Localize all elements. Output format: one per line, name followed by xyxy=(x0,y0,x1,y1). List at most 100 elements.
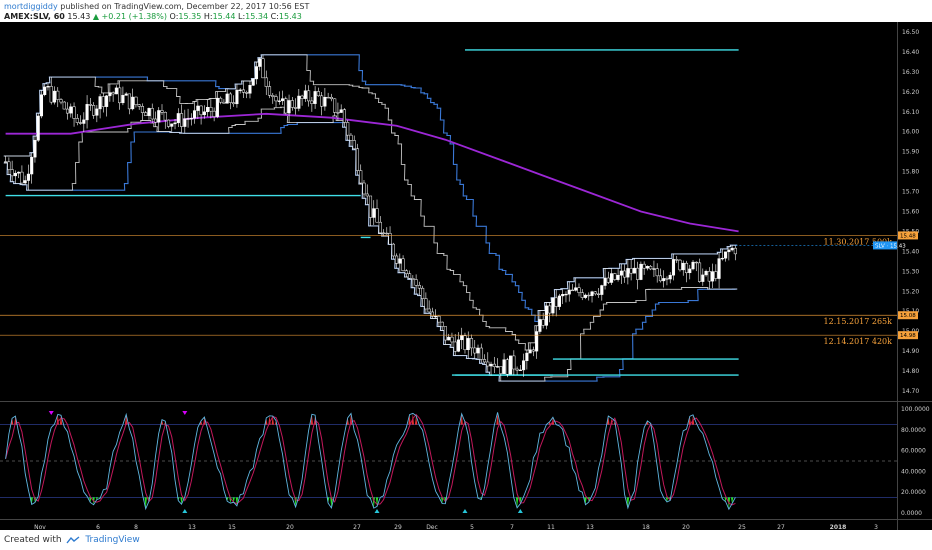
candle-body-down xyxy=(59,99,63,103)
candle-body-up xyxy=(173,122,177,125)
candle-body-down xyxy=(10,169,14,177)
candle xyxy=(232,95,236,107)
chart-area[interactable]: 16.50 16.40 16.30 16.20 16.10 16.00 15.90 15.80… xyxy=(0,22,932,530)
candle xyxy=(515,366,519,375)
candle xyxy=(509,355,513,375)
chart-svg[interactable]: 16.50 16.40 16.30 16.20 16.10 16.00 15.90 15.80… xyxy=(0,22,932,530)
candle-body-up xyxy=(544,305,548,326)
candle-body-down xyxy=(427,308,431,313)
candle-body-down xyxy=(636,267,640,280)
open-value: 15.35 xyxy=(178,12,202,21)
candle-body-down xyxy=(209,107,213,112)
candle-body-down xyxy=(222,101,226,104)
candle-body-down xyxy=(179,113,184,127)
candle xyxy=(95,104,99,123)
candle xyxy=(417,281,421,296)
price-tick-label: 14.90 xyxy=(902,348,919,355)
candle-body-up xyxy=(95,108,99,116)
tradingview-link[interactable]: TradingView xyxy=(85,535,139,545)
publish-header: mortdiggiddy published on TradingView.co… xyxy=(0,0,932,22)
annotation-label: 12.14.2017 420k xyxy=(824,337,893,346)
candle xyxy=(378,216,382,234)
candle xyxy=(261,54,265,79)
candle xyxy=(404,269,408,278)
candle-body-up xyxy=(186,118,190,120)
candle xyxy=(326,92,330,99)
candle xyxy=(303,84,307,102)
candle-body-up xyxy=(476,347,480,354)
candle xyxy=(346,119,350,141)
candle xyxy=(675,255,679,264)
candle xyxy=(13,170,17,184)
candle xyxy=(596,288,601,298)
candle xyxy=(225,88,229,104)
candle-body-down xyxy=(430,311,434,317)
candle-body-up xyxy=(610,273,614,283)
candle-body-up xyxy=(297,95,301,109)
candle xyxy=(391,242,395,260)
candle-body-up xyxy=(13,172,17,177)
candle xyxy=(362,179,366,199)
candle xyxy=(489,361,493,376)
candle xyxy=(307,85,311,107)
price-tick-label: 14.80 xyxy=(902,368,919,375)
candle xyxy=(114,85,118,95)
candle-body-up xyxy=(323,96,327,107)
candle-body-up xyxy=(522,360,526,371)
candle xyxy=(153,111,158,127)
candle xyxy=(17,171,21,179)
candle xyxy=(694,261,698,272)
candle xyxy=(619,263,623,284)
signal-triangle-up xyxy=(182,509,188,513)
candle-body-up xyxy=(711,271,715,282)
username-link[interactable]: mortdiggiddy xyxy=(4,2,58,11)
candle-body-up xyxy=(23,180,27,184)
candle xyxy=(342,108,346,128)
candle-body-down xyxy=(505,359,509,375)
candle xyxy=(372,200,376,225)
candle xyxy=(590,290,594,303)
candle xyxy=(636,261,640,290)
candle-body-down xyxy=(482,359,487,363)
candle xyxy=(160,104,164,115)
candle-body-up xyxy=(538,319,542,332)
candle-body-down xyxy=(199,105,203,116)
annotation-label: 12.15.2017 265k xyxy=(824,317,893,326)
candle xyxy=(626,259,630,285)
candle-body-up xyxy=(157,110,161,123)
candle-body-down xyxy=(150,108,154,120)
candle xyxy=(600,284,604,301)
candle-body-down xyxy=(261,58,265,79)
candle xyxy=(36,113,40,142)
created-with: Created with TradingView xyxy=(4,535,140,545)
candle-body-up xyxy=(551,297,555,314)
candle-body-down xyxy=(72,106,76,119)
candle xyxy=(222,99,226,104)
candle xyxy=(629,259,633,281)
candle-body-down xyxy=(414,279,418,286)
candle-body-up xyxy=(124,93,128,96)
candle xyxy=(4,156,8,163)
candle-body-up xyxy=(183,118,187,127)
candle-body-down xyxy=(531,349,535,352)
candle xyxy=(88,97,92,111)
candle-body-up xyxy=(583,294,588,298)
candle-body-up xyxy=(251,78,255,86)
candle xyxy=(352,135,356,150)
candle-body-down xyxy=(140,106,145,113)
candle-body-down xyxy=(88,104,92,106)
candle xyxy=(294,98,298,115)
candle xyxy=(329,93,333,102)
candle xyxy=(277,91,281,105)
candle-body-down xyxy=(7,161,11,170)
candle-body-down xyxy=(365,193,369,197)
candle xyxy=(238,88,242,94)
candle xyxy=(642,261,646,275)
candle xyxy=(720,248,724,261)
candle-body-down xyxy=(111,92,115,95)
candle xyxy=(69,103,73,118)
candle-body-up xyxy=(121,95,125,104)
candle-body-down xyxy=(678,259,682,271)
candle xyxy=(714,264,718,282)
candle xyxy=(691,259,695,271)
